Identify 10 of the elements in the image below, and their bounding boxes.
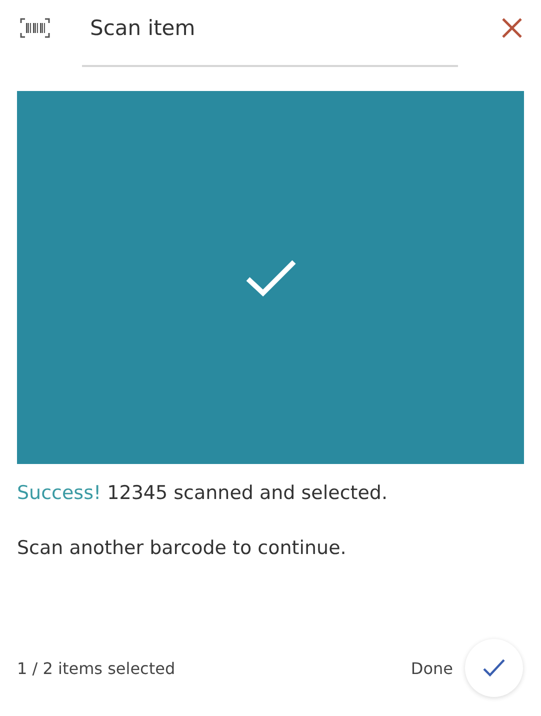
close-icon xyxy=(501,16,523,38)
checkmark-icon xyxy=(482,658,506,678)
selection-count: 1 / 2 items selected xyxy=(17,658,176,678)
checkmark-icon xyxy=(244,258,296,296)
success-message: Success! 12345 scanned and selected. xyxy=(17,482,389,504)
instruction-text: Scan another barcode to continue. xyxy=(17,537,348,559)
close-button[interactable] xyxy=(501,16,523,38)
dialog-title: Scan item xyxy=(90,16,196,40)
done-label: Done xyxy=(410,658,453,678)
barcode-icon xyxy=(20,18,50,38)
